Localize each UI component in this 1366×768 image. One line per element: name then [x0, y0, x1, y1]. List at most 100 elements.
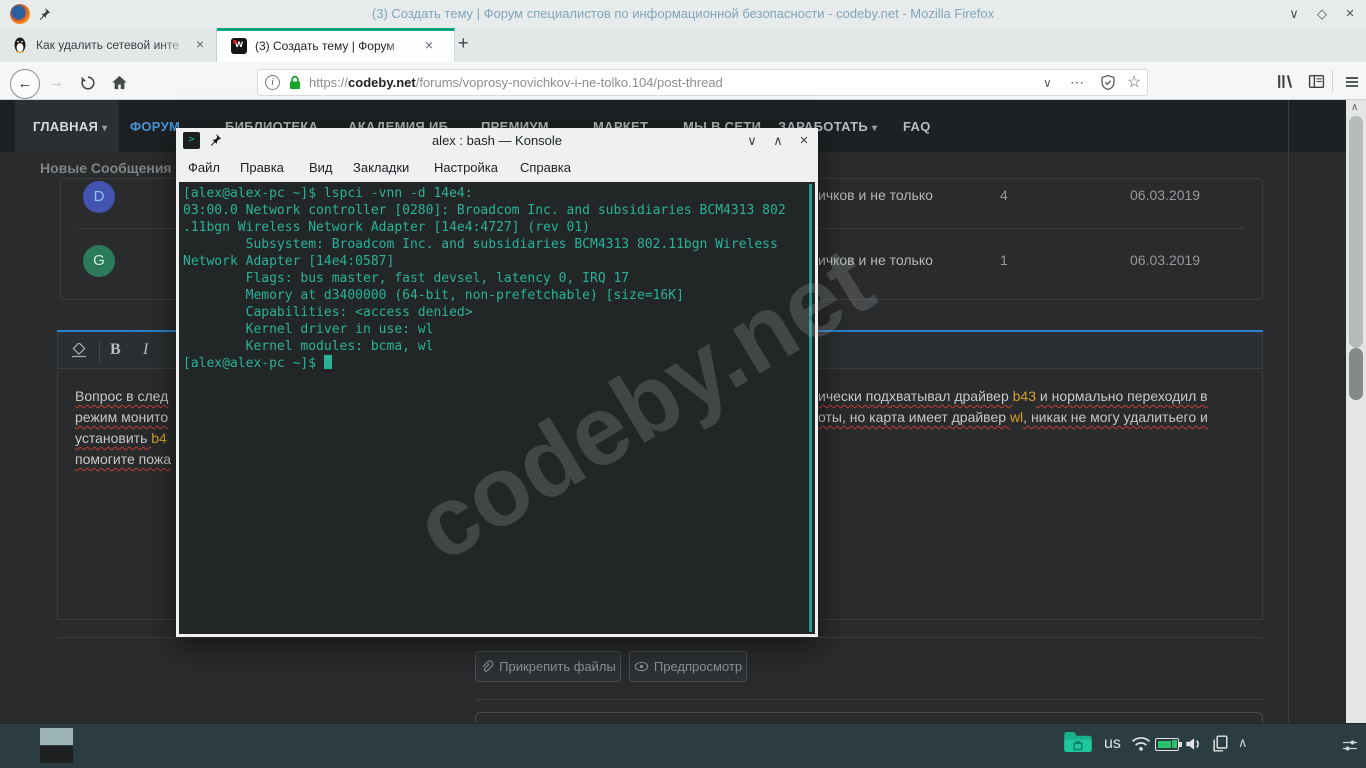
terminal-cursor [324, 355, 332, 369]
minimize-button[interactable]: ∨ [1284, 5, 1304, 23]
close-button[interactable]: × [1340, 5, 1360, 23]
attach-files-button[interactable]: Прикрепить файлы [475, 651, 621, 682]
maximize-button[interactable]: ◇ [1312, 5, 1332, 23]
terminal-line: Network Adapter [14e4:0587] [179, 253, 815, 270]
terminal-output[interactable]: [alex@alex-pc ~]$ lspci -vnn -d 14e4: 03… [179, 182, 815, 634]
terminal-prompt-line: [alex@alex-pc ~]$ [179, 355, 815, 372]
post-text-line3-left: установить b4 [75, 430, 167, 446]
paperclip-icon [480, 660, 494, 674]
post-text-line1-left: Вопрос в след [75, 388, 168, 404]
menu-view[interactable]: Вид [309, 160, 333, 175]
post-text-line1-right: ически подхватывал драйвер b43 и нормаль… [818, 388, 1208, 404]
terminal-line: Kernel modules: bcma, wl [179, 338, 815, 355]
italic-button[interactable]: I [143, 341, 148, 359]
menu-bookmarks[interactable]: Закладки [353, 160, 409, 175]
nav-glavnaya[interactable]: ГЛАВНАЯ ▾ [33, 119, 107, 134]
menu-help[interactable]: Справка [520, 160, 571, 175]
clipboard-icon[interactable] [1211, 734, 1229, 753]
thread-date: 06.03.2019 [1130, 187, 1200, 203]
penguin-favicon [13, 37, 27, 53]
post-text-line2-left: режим монито [75, 409, 168, 425]
chevron-down-icon: ▾ [872, 123, 877, 134]
section-divider [57, 637, 1263, 638]
wifi-icon[interactable] [1130, 735, 1152, 752]
forward-button[interactable]: → [48, 74, 64, 92]
screen: (3) Создать тему | Форум специалистов по… [0, 0, 1366, 768]
scrollbar-up-arrow[interactable]: ∧ [1351, 102, 1358, 113]
menu-edit[interactable]: Правка [240, 160, 284, 175]
scrollbar-thumb[interactable] [1349, 116, 1363, 348]
tray-folder-icon[interactable] [1063, 729, 1093, 755]
tab-label-fade [385, 37, 413, 57]
chevron-down-icon: ▾ [102, 123, 107, 134]
urlbar-dropdown-icon[interactable]: ∨ [1043, 76, 1052, 90]
thread-replies: 1 [1000, 252, 1008, 268]
tab-create-topic[interactable]: w (3) Создать тему | Форум × [217, 28, 455, 62]
menu-file[interactable]: Файл [188, 160, 220, 175]
thread-title-fragment[interactable]: ичков и не только [818, 187, 933, 203]
konsole-title: alex : bash — Konsole [176, 133, 818, 148]
close-button[interactable]: × [794, 132, 814, 150]
terminal-scrollbar[interactable] [809, 184, 812, 632]
tab-close-icon[interactable]: × [196, 36, 204, 52]
hamburger-menu-icon[interactable] [1344, 74, 1360, 90]
maximize-button[interactable]: ∧ [768, 132, 788, 150]
page-actions-icon[interactable]: ⋯ [1070, 74, 1084, 91]
firefox-titlebar[interactable]: (3) Создать тему | Форум специалистов по… [0, 0, 1366, 28]
workspace-pager-inactive[interactable] [40, 746, 73, 763]
url-text[interactable]: https://codeby.net/forums/voprosy-novich… [309, 75, 723, 90]
pocket-shield-icon[interactable] [1100, 74, 1116, 91]
thread-title-fragment[interactable]: ичков и не только [818, 252, 933, 268]
nav-forum[interactable]: ФОРУМ [130, 119, 180, 134]
avatar[interactable]: D [83, 181, 115, 213]
bold-button[interactable]: B [110, 341, 121, 359]
volume-icon[interactable] [1184, 735, 1202, 753]
back-button[interactable]: ← [10, 69, 40, 99]
terminal-line: Memory at d3400000 (64-bit, non-prefetch… [179, 287, 815, 304]
new-tab-button[interactable]: + [458, 33, 469, 54]
preview-button[interactable]: Предпросмотр [629, 651, 747, 682]
battery-icon[interactable] [1155, 738, 1179, 751]
terminal-line: Subsystem: Broadcom Inc. and subsidiarie… [179, 236, 815, 253]
terminal-line: .11bgn Wireless Network Adapter [14e4:47… [179, 219, 815, 236]
url-prefix: https:// [309, 75, 348, 90]
toolbar-divider [1332, 70, 1333, 92]
nav-faq[interactable]: FAQ [903, 119, 931, 134]
https-lock-icon[interactable] [288, 74, 302, 91]
home-icon[interactable] [111, 74, 128, 91]
tray-expand-chevron[interactable]: ∧ [1238, 735, 1248, 751]
new-messages-heading: Новые Сообщения [40, 160, 172, 176]
avatar[interactable]: G [83, 245, 115, 277]
panel-settings-sliders-icon[interactable] [1342, 738, 1358, 753]
toolbar-separator [99, 340, 100, 362]
thread-replies: 4 [1000, 187, 1008, 203]
terminal-line: [alex@alex-pc ~]$ lspci -vnn -d 14e4: [179, 185, 815, 202]
konsole-window[interactable]: > alex : bash — Konsole ∨ ∧ × Файл Правк… [176, 128, 818, 637]
thread-date: 06.03.2019 [1130, 252, 1200, 268]
page-right-border [1288, 100, 1289, 723]
bookmark-star-icon[interactable]: ☆ [1127, 72, 1141, 92]
menu-settings[interactable]: Настройка [434, 160, 498, 175]
taskbar: > us ∧ 09:46 [0, 723, 1366, 768]
post-text-line2-right: оты, но карта имеет драйвер wl, никак не… [818, 409, 1208, 425]
codeby-favicon: w [231, 38, 247, 54]
terminal-line: Kernel driver in use: wl [179, 321, 815, 338]
scrollbar-thumb-dark[interactable] [1349, 348, 1363, 400]
reload-icon[interactable] [80, 75, 96, 91]
tab-label-fade [160, 34, 190, 56]
tab-close-icon[interactable]: × [425, 37, 433, 53]
url-domain: codeby.net [348, 75, 416, 90]
terminal-line: Capabilities: <access denied> [179, 304, 815, 321]
page-info-icon[interactable]: i [265, 75, 280, 90]
konsole-titlebar[interactable]: > alex : bash — Konsole ∨ ∧ × [176, 128, 818, 153]
remove-format-icon[interactable] [70, 343, 88, 358]
eye-icon [634, 661, 649, 672]
terminal-line: Flags: bus master, fast devsel, latency … [179, 270, 815, 287]
keyboard-layout-indicator[interactable]: us [1104, 735, 1121, 753]
minimize-button[interactable]: ∨ [742, 132, 762, 150]
sidebar-icon[interactable] [1308, 73, 1325, 90]
url-path: /forums/voprosy-novichkov-i-ne-tolko.104… [416, 75, 723, 90]
library-icon[interactable] [1276, 73, 1293, 90]
terminal-line: 03:00.0 Network controller [0280]: Broad… [179, 202, 815, 219]
workspace-pager-active[interactable] [40, 728, 73, 745]
